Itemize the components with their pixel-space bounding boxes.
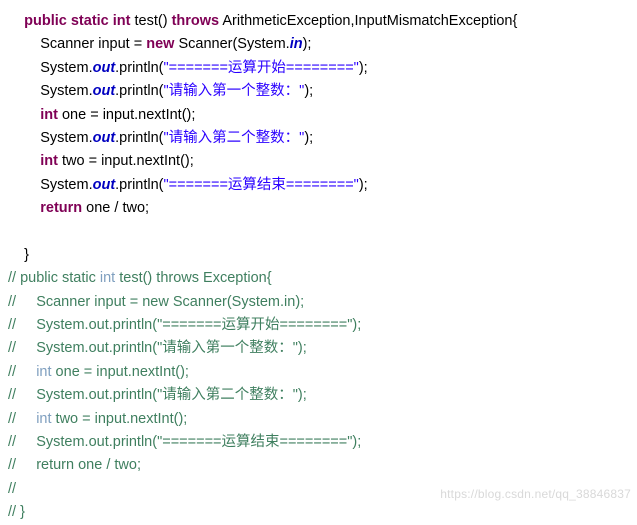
code-line: } <box>0 244 637 267</box>
code-line: System.out.println("请输入第二个整数："); <box>0 127 637 150</box>
code-token: // Scanner input = new Scanner(System.in… <box>8 293 305 310</box>
code-token: // return one / two; <box>8 457 141 474</box>
code-token: "=======运算开始========" <box>163 59 359 76</box>
code-snippet-block: public static int test() throws Arithmet… <box>0 0 637 520</box>
code-token: ); <box>302 36 312 53</box>
code-token: // <box>8 363 37 380</box>
code-line: // System.out.println("请输入第一个整数："); <box>0 337 637 360</box>
code-line: // System.out.println("=======运算开始======… <box>0 314 637 337</box>
code-line: // System.out.println("=======运算结束======… <box>0 431 637 454</box>
code-line: // return one / two; <box>0 454 637 477</box>
code-token: } <box>8 246 29 263</box>
code-token: // } <box>8 504 25 521</box>
code-token: int <box>112 13 131 29</box>
code-token: int <box>40 106 58 123</box>
code-token: // public static <box>8 270 100 287</box>
code-token: one = input.nextInt(); <box>51 363 189 380</box>
code-token: System. <box>8 83 93 100</box>
code-token: new <box>146 36 175 53</box>
code-token: ); <box>358 59 368 76</box>
code-token: ); <box>304 129 314 146</box>
code-token: System. <box>8 176 93 193</box>
code-token: out <box>92 59 116 76</box>
code-line: // int one = input.nextInt(); <box>0 361 637 384</box>
code-token: static <box>70 13 109 29</box>
code-line: int one = input.nextInt(); <box>0 104 637 127</box>
code-token: // System.out.println("请输入第二个整数："); <box>8 387 307 404</box>
code-token: out <box>92 176 116 193</box>
code-token: in <box>289 36 303 53</box>
code-token: // <box>8 410 37 427</box>
code-token: System. <box>8 129 93 146</box>
code-token: int <box>36 410 52 427</box>
code-line: public static int test() throws Arithmet… <box>0 10 637 33</box>
code-token: "=======运算结束========" <box>163 176 359 193</box>
code-token: int <box>36 363 52 380</box>
code-token: ); <box>358 176 368 193</box>
code-token: two = input.nextInt(); <box>57 153 194 170</box>
code-token: .println( <box>115 129 164 146</box>
code-line: // System.out.println("请输入第二个整数："); <box>0 384 637 407</box>
code-token: out <box>92 83 116 100</box>
code-token: one = input.nextInt(); <box>57 106 196 123</box>
code-token: // System.out.println("=======运算开始======… <box>8 317 362 334</box>
code-token: // System.out.println("=======运算结束======… <box>8 434 362 451</box>
code-token: .println( <box>115 59 164 76</box>
code-token: int <box>40 153 58 170</box>
code-token: // System.out.println("请输入第一个整数："); <box>8 340 307 357</box>
code-token: test() throws Exception{ <box>115 270 272 287</box>
code-token: "请输入第二个整数：" <box>163 129 305 146</box>
code-line: return one / two; <box>0 197 637 220</box>
code-token: two = input.nextInt(); <box>51 410 188 427</box>
code-token: .println( <box>115 176 164 193</box>
code-token: one / two; <box>82 200 150 217</box>
code-token: out <box>92 129 116 146</box>
code-line: int two = input.nextInt(); <box>0 150 637 173</box>
code-line: // } <box>0 501 637 524</box>
code-token: // <box>8 480 17 497</box>
code-line: // int two = input.nextInt(); <box>0 408 637 431</box>
code-line: System.out.println("请输入第一个整数："); <box>0 80 637 103</box>
code-token: Scanner(System. <box>174 36 290 53</box>
watermark-text: https://blog.csdn.net/qq_38846837 <box>440 487 631 501</box>
code-line: // public static int test() throws Excep… <box>0 267 637 290</box>
code-line: // Scanner input = new Scanner(System.in… <box>0 291 637 314</box>
code-token: System. <box>8 59 93 76</box>
code-token: throws <box>171 13 220 29</box>
code-token: test() <box>130 13 172 29</box>
code-token: return <box>40 200 83 217</box>
code-token: ); <box>304 83 314 100</box>
code-token: int <box>99 270 116 287</box>
code-token: Scanner input = <box>8 36 147 53</box>
code-line: System.out.println("=======运算开始========"… <box>0 57 637 80</box>
code-token: .println( <box>115 83 164 100</box>
code-line: System.out.println("=======运算结束========"… <box>0 174 637 197</box>
code-token: "请输入第一个整数：" <box>163 83 305 100</box>
code-lines-container: public static int test() throws Arithmet… <box>0 10 637 525</box>
code-line: Scanner input = new Scanner(System.in); <box>0 33 637 56</box>
code-token: ArithmeticException,InputMismatchExcepti… <box>219 13 518 29</box>
code-token: public <box>24 13 67 29</box>
